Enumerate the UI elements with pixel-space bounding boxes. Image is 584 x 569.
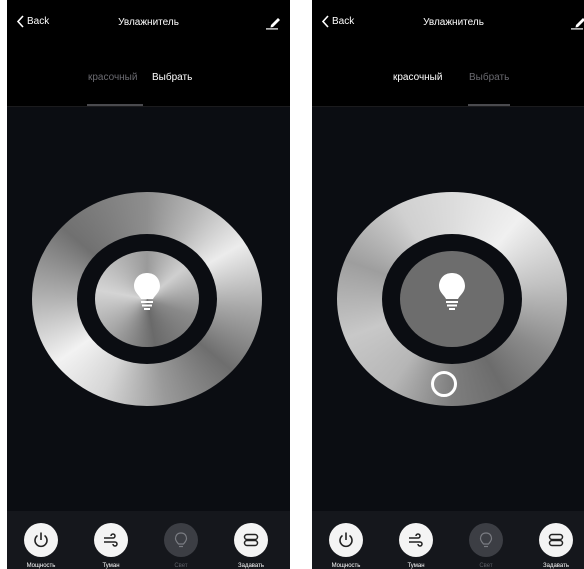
settings-button[interactable]: Задавать — [531, 523, 581, 569]
mist-button[interactable]: Туман — [86, 523, 136, 569]
tab-colorful[interactable]: красочный — [88, 72, 137, 83]
light-button[interactable]: Свет — [156, 523, 206, 569]
power-button-circle — [329, 523, 363, 557]
settings-icon — [548, 533, 564, 547]
mist-label: Туман — [102, 563, 120, 569]
light-button-circle — [164, 523, 198, 557]
edit-icon[interactable] — [571, 14, 584, 30]
nav-bar: Back Увлажнитель — [7, 0, 290, 44]
bottom-toolbar: Мощность Туман Свет Задавать — [312, 511, 584, 569]
chevron-left-icon — [321, 15, 329, 28]
phone-screen-right: Back Увлажнитель красочный Выбрать Мощно… — [312, 0, 584, 569]
back-label: Back — [27, 16, 50, 27]
light-bulb-icon — [479, 532, 493, 548]
page-title: Увлажнитель — [423, 16, 484, 28]
settings-icon — [243, 533, 259, 547]
tab-underline — [87, 104, 143, 106]
power-icon — [339, 532, 353, 548]
back-button[interactable]: Back — [15, 15, 49, 28]
tab-select[interactable]: Выбрать — [469, 72, 509, 83]
color-picker-area — [7, 107, 290, 511]
light-label: Свет — [479, 563, 493, 569]
light-label: Свет — [174, 563, 188, 569]
settings-button-circle — [234, 523, 268, 557]
mist-button-circle — [399, 523, 433, 557]
light-bulb-icon — [134, 273, 160, 310]
tab-underline — [468, 104, 510, 106]
back-label: Back — [332, 16, 355, 27]
bottom-toolbar: Мощность Туман Свет Задавать — [7, 511, 290, 569]
settings-label: Задавать — [543, 563, 569, 569]
mist-label: Туман — [407, 563, 425, 569]
mist-icon — [104, 533, 118, 547]
power-icon — [34, 532, 48, 548]
mist-button-circle — [94, 523, 128, 557]
power-label: Мощность — [331, 563, 361, 569]
light-button-circle — [469, 523, 503, 557]
edit-icon[interactable] — [266, 14, 282, 30]
power-button[interactable]: Мощность — [321, 523, 371, 569]
light-bulb-icon — [439, 273, 465, 310]
settings-button-circle — [539, 523, 573, 557]
mist-button[interactable]: Туман — [391, 523, 441, 569]
power-button-circle — [24, 523, 58, 557]
light-bulb-icon — [174, 532, 188, 548]
settings-label: Задавать — [238, 563, 264, 569]
mode-tabs: красочный Выбрать — [7, 64, 290, 107]
settings-button[interactable]: Задавать — [226, 523, 276, 569]
tab-select[interactable]: Выбрать — [152, 72, 192, 83]
mode-tabs: красочный Выбрать — [312, 64, 584, 107]
back-button[interactable]: Back — [320, 15, 354, 28]
color-wheel-handle[interactable] — [431, 371, 457, 397]
light-button[interactable]: Свет — [461, 523, 511, 569]
mist-icon — [409, 533, 423, 547]
color-picker-area — [312, 107, 584, 511]
power-label: Мощность — [26, 563, 56, 569]
page-title: Увлажнитель — [118, 16, 179, 28]
phone-screen-left: Back Увлажнитель красочный Выбрать Мощно… — [7, 0, 290, 569]
tab-colorful[interactable]: красочный — [393, 72, 442, 83]
power-button[interactable]: Мощность — [16, 523, 66, 569]
chevron-left-icon — [16, 15, 24, 28]
nav-bar: Back Увлажнитель — [312, 0, 584, 44]
